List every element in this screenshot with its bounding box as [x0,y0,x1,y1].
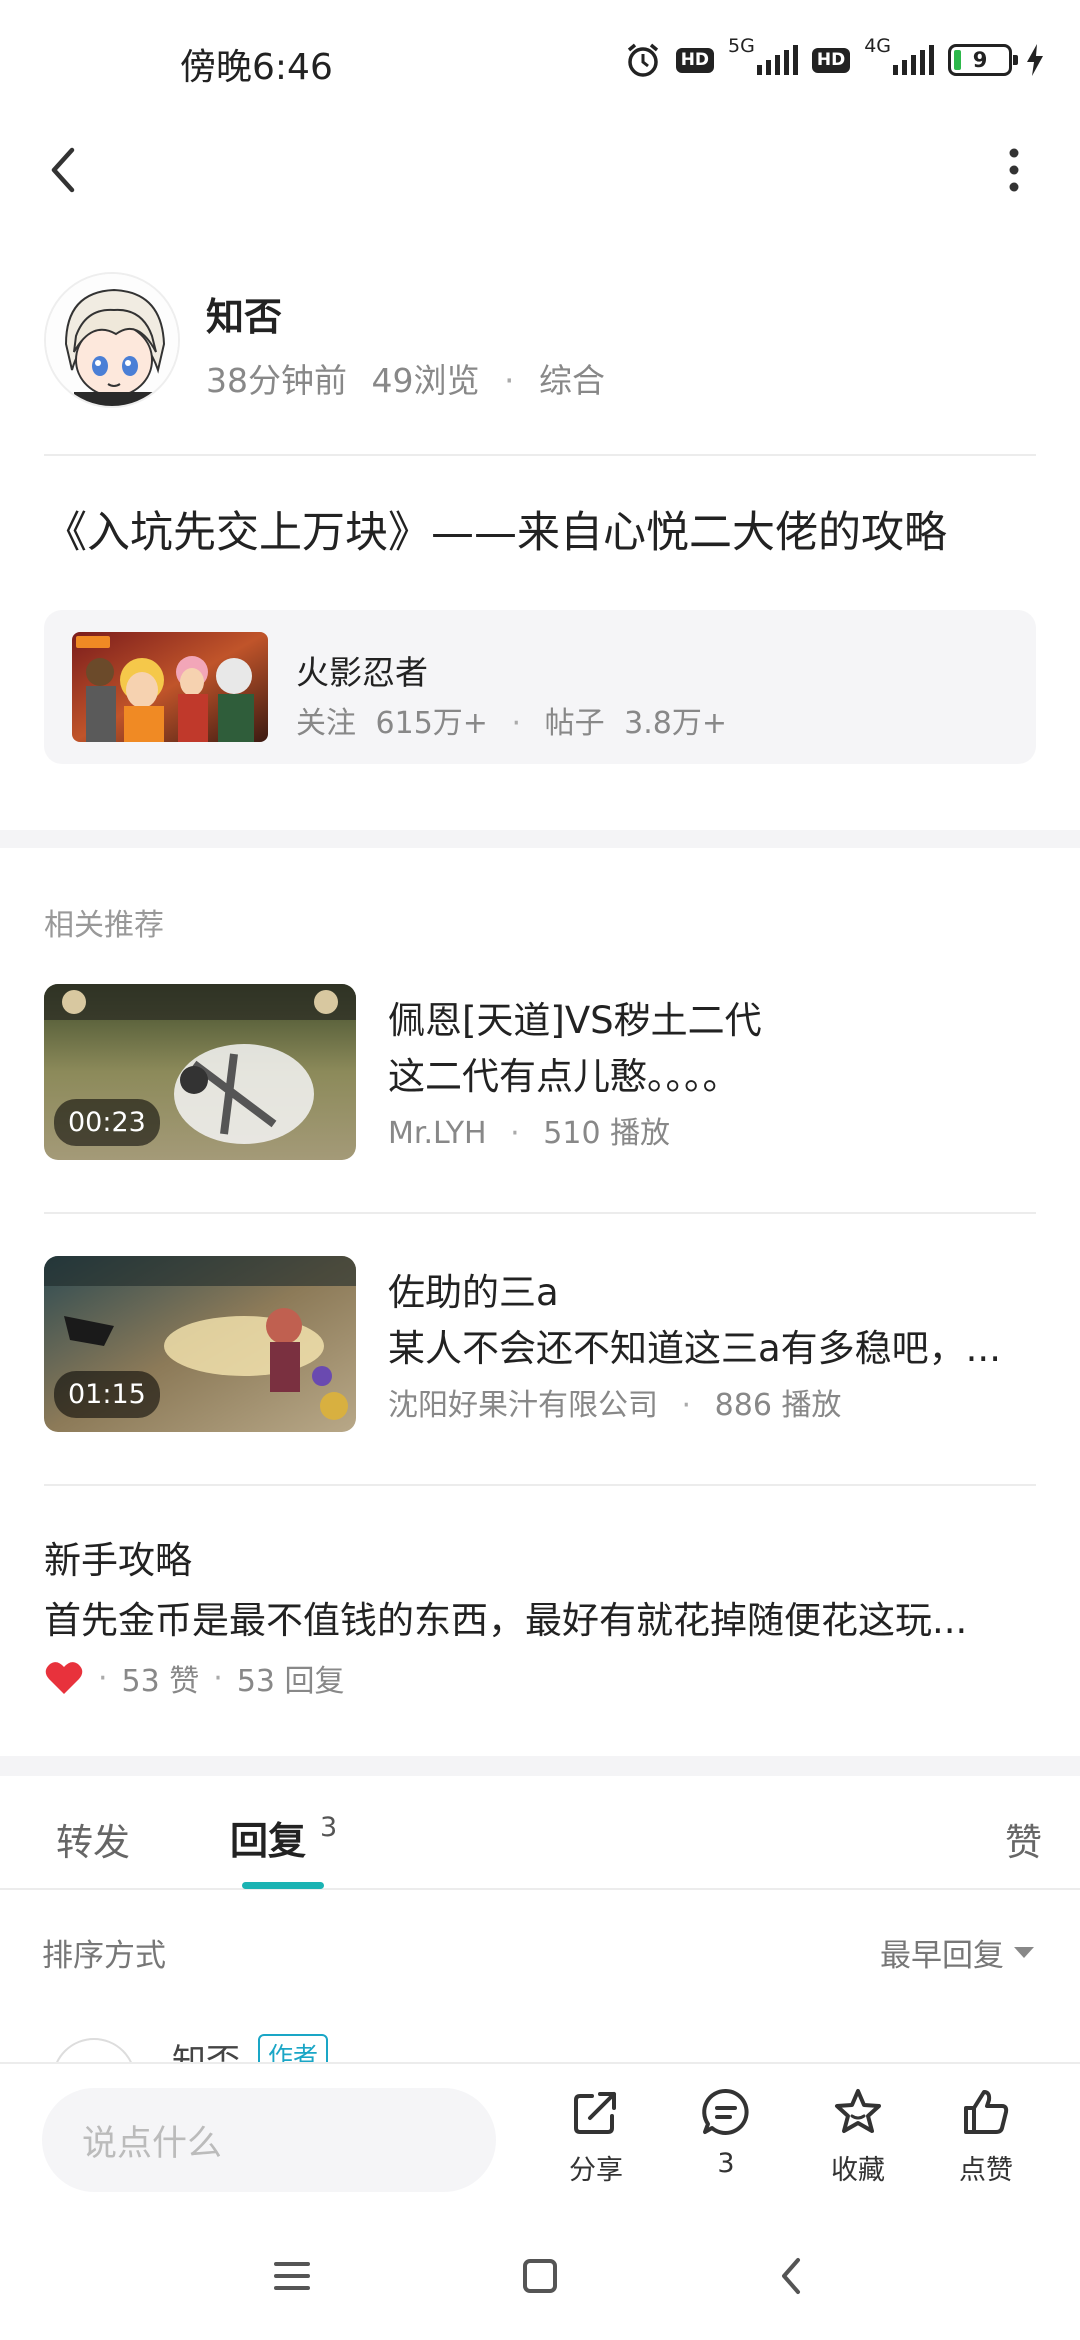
video-author: Mr.LYH [388,1116,487,1151]
video-item[interactable]: 01:15 佐助的三a 某人不会还不知道这三a有多稳吧，... 沈阳好果汁有限公… [44,1256,1036,1436]
video-plays: 510 播放 [543,1116,671,1151]
star-icon [835,2089,881,2133]
signal-5g-icon [756,45,798,75]
status-icons: HD 5G HD 4G 9 [624,35,1044,84]
back-icon[interactable] [766,2250,818,2302]
post-time: 38分钟前 [206,361,347,400]
sort-value: 最早回复 [880,1938,1004,1974]
hd-badge: HD [675,47,715,73]
comment-input[interactable]: 说点什么 [42,2088,496,2192]
separator-dot: · [98,1660,108,1696]
comment-icon [702,2088,749,2135]
separator-dot: · [213,1660,223,1696]
avatar[interactable] [52,2038,136,2062]
posts-count: 3.8万+ [624,706,727,741]
share-button[interactable]: 分享 [546,2086,646,2187]
author-badge: 作者 [258,2034,329,2062]
guide-replies: 53 回复 [236,1664,345,1699]
video-author: 沈阳好果汁有限公司 [388,1388,658,1423]
section-gap [0,1756,1080,1776]
guide-meta: · 53 赞 · 53 回复 [44,1656,345,1700]
bottom-action-bar: 说点什么 分享 3 收藏 点赞 [0,2062,1080,2212]
post-meta: 38分钟前 49浏览 · 综合 [206,354,605,402]
tab-active-indicator [242,1882,324,1889]
comments-button[interactable]: 3 [676,2086,776,2179]
like-label: 点赞 [959,2155,1013,2186]
video-thumbnail: 00:23 [44,984,356,1160]
video-title: 佩恩[天道]VS秽土二代 [388,999,762,1042]
video-plays: 886 播放 [714,1388,842,1423]
video-thumbnail: 01:15 [44,1256,356,1432]
video-meta: Mr.LYH · 510 播放 [388,1108,670,1152]
charging-icon [1027,44,1043,76]
separator-dot: · [511,706,522,741]
network-5g-label: 5G [728,35,755,57]
like-button[interactable]: 点赞 [936,2086,1036,2187]
section-gap [0,830,1080,848]
top-nav [0,120,1080,220]
tab-reply[interactable]: 回复 [230,1810,306,1865]
reply-tabs: 转发 回复 3 赞 [0,1776,1080,1890]
video-title: 佐助的三a [388,1271,559,1314]
game-stats: 关注 615万+ · 帖子 3.8万+ [296,698,727,742]
back-arrow-icon[interactable] [36,140,96,200]
post-title: 《入坑先交上万块》——来自心悦二大佬的攻略 [44,508,947,558]
video-subtitle: 这二代有点儿憨。。。。 [388,1055,740,1098]
followers-count: 615万+ [375,706,488,741]
followers-label: 关注 [296,706,356,741]
menu-icon[interactable] [266,2250,318,2302]
video-subtitle: 某人不会还不知道这三a有多稳吧，... [388,1327,1001,1370]
network-4g-label: 4G [864,35,891,57]
thumbs-up-icon [964,2090,1009,2134]
alarm-icon [627,43,658,77]
divider [44,454,1036,456]
tab-like[interactable]: 赞 [1005,1812,1042,1866]
author-name[interactable]: 知否 [206,286,282,341]
status-time: 傍晚6:46 [180,47,333,88]
divider [44,1212,1036,1214]
status-bar: 傍晚6:46 HD 5G HD 4G 9 [0,0,1080,120]
battery-icon: 9 [948,44,1018,76]
signal-4g-icon [893,45,934,75]
post-category: 综合 [539,361,605,400]
separator-dot: · [681,1388,692,1423]
guide-title[interactable]: 新手攻略 [44,1530,192,1584]
posts-label: 帖子 [544,706,605,741]
video-meta: 沈阳好果汁有限公司 · 886 播放 [388,1380,841,1424]
avatar[interactable] [44,272,180,408]
video-item[interactable]: 00:23 佩恩[天道]VS秽土二代 这二代有点儿憨。。。。 Mr.LYH · … [44,984,1036,1164]
game-thumbnail [72,632,268,742]
video-duration: 00:23 [54,1099,160,1146]
related-label: 相关推荐 [44,908,164,943]
heart-icon [45,1662,83,1694]
game-name: 火影忍者 [296,653,428,692]
guide-excerpt[interactable]: 首先金币是最不值钱的东西，最好有就花掉随便花这玩... [44,1590,1014,1644]
share-icon [574,2092,616,2134]
favorite-label: 收藏 [831,2155,885,2186]
hd-badge-2: HD [811,47,851,73]
separator-dot: · [510,1116,520,1151]
post-views: 49浏览 [371,361,480,400]
share-label: 分享 [569,2155,623,2186]
comments-count: 3 [717,2148,735,2179]
tab-reply-count: 3 [320,1812,338,1843]
caret-down-icon [1014,1947,1034,1958]
home-square-icon[interactable] [514,2250,566,2302]
guide-likes: 53 赞 [121,1664,200,1699]
more-vertical-icon[interactable] [984,140,1044,200]
comment-author-name: 知否 [172,2042,240,2062]
separator-dot: · [504,361,515,400]
system-nav-bar [0,2212,1080,2340]
comment-item[interactable]: 知否 作者 [0,2030,1080,2062]
game-card[interactable]: 火影忍者 关注 615万+ · 帖子 3.8万+ [44,610,1036,764]
author-header: 知否 38分钟前 49浏览 · 综合 [44,272,1044,412]
favorite-button[interactable]: 收藏 [808,2086,908,2187]
divider [44,1484,1036,1486]
sort-label: 排序方式 [42,1938,166,1974]
sort-dropdown[interactable]: 最早回复 [880,1930,1034,1975]
video-duration: 01:15 [54,1371,160,1418]
tab-repost[interactable]: 转发 [56,1812,130,1866]
